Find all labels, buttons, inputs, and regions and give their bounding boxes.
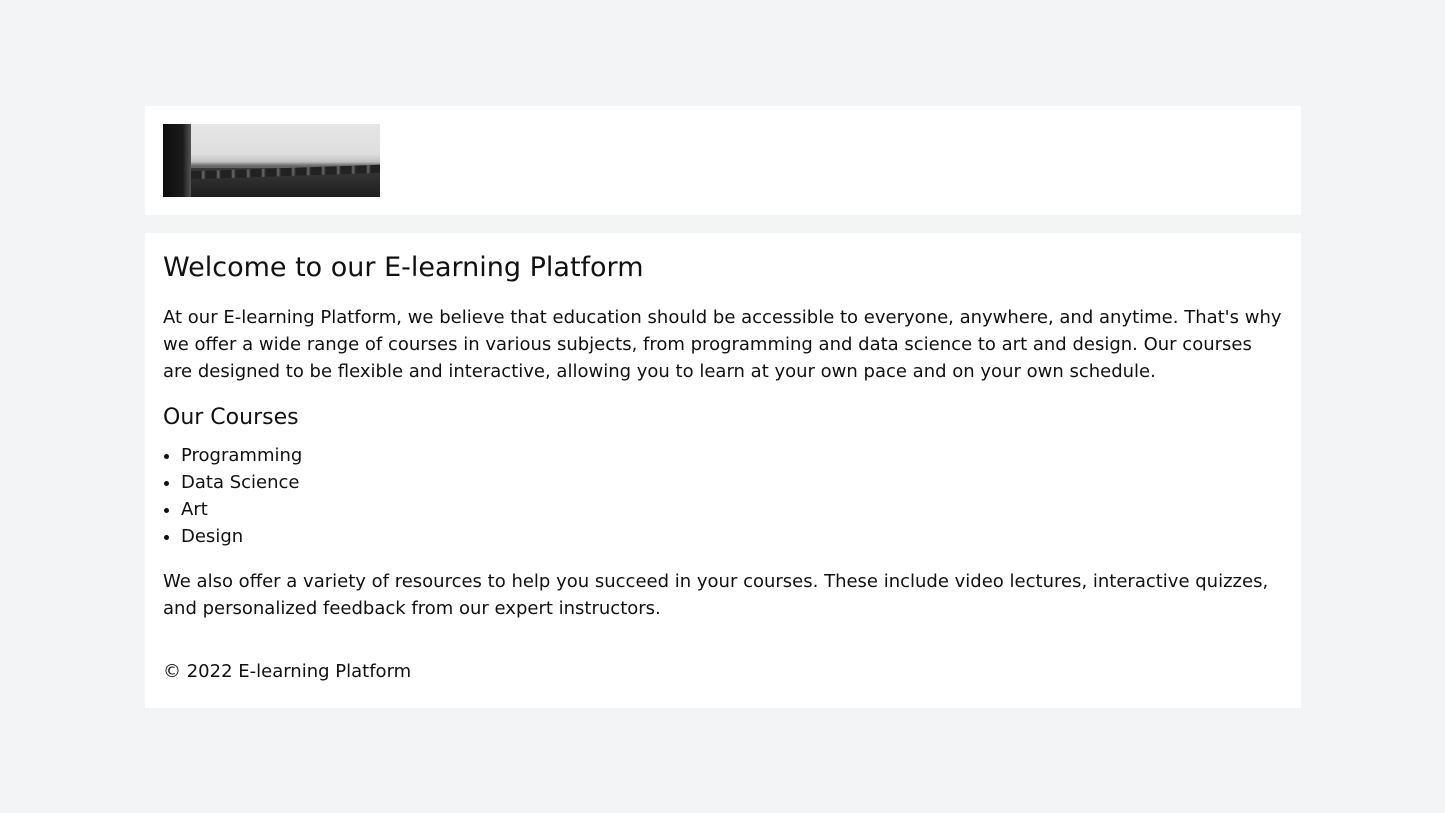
page-title: Welcome to our E-learning Platform [163,252,644,283]
list-item: Programming [181,442,1283,469]
courses-heading: Our Courses [163,405,299,430]
logo-photo-icon[interactable] [163,124,380,197]
main-content: Welcome to our E-learning Platform At ou… [145,233,1301,708]
footer-copyright: © 2022 E-learning Platform [163,661,412,682]
list-item: Art [181,496,1283,523]
intro-paragraph: At our E-learning Platform, we believe t… [163,307,1282,382]
list-item: Data Science [181,469,1283,496]
resources-paragraph: We also offer a variety of resources to … [163,571,1269,619]
site-header [145,106,1301,215]
page-container: Welcome to our E-learning Platform At ou… [145,106,1301,708]
list-item: Design [181,523,1283,550]
courses-list: Programming Data Science Art Design [163,442,1283,550]
